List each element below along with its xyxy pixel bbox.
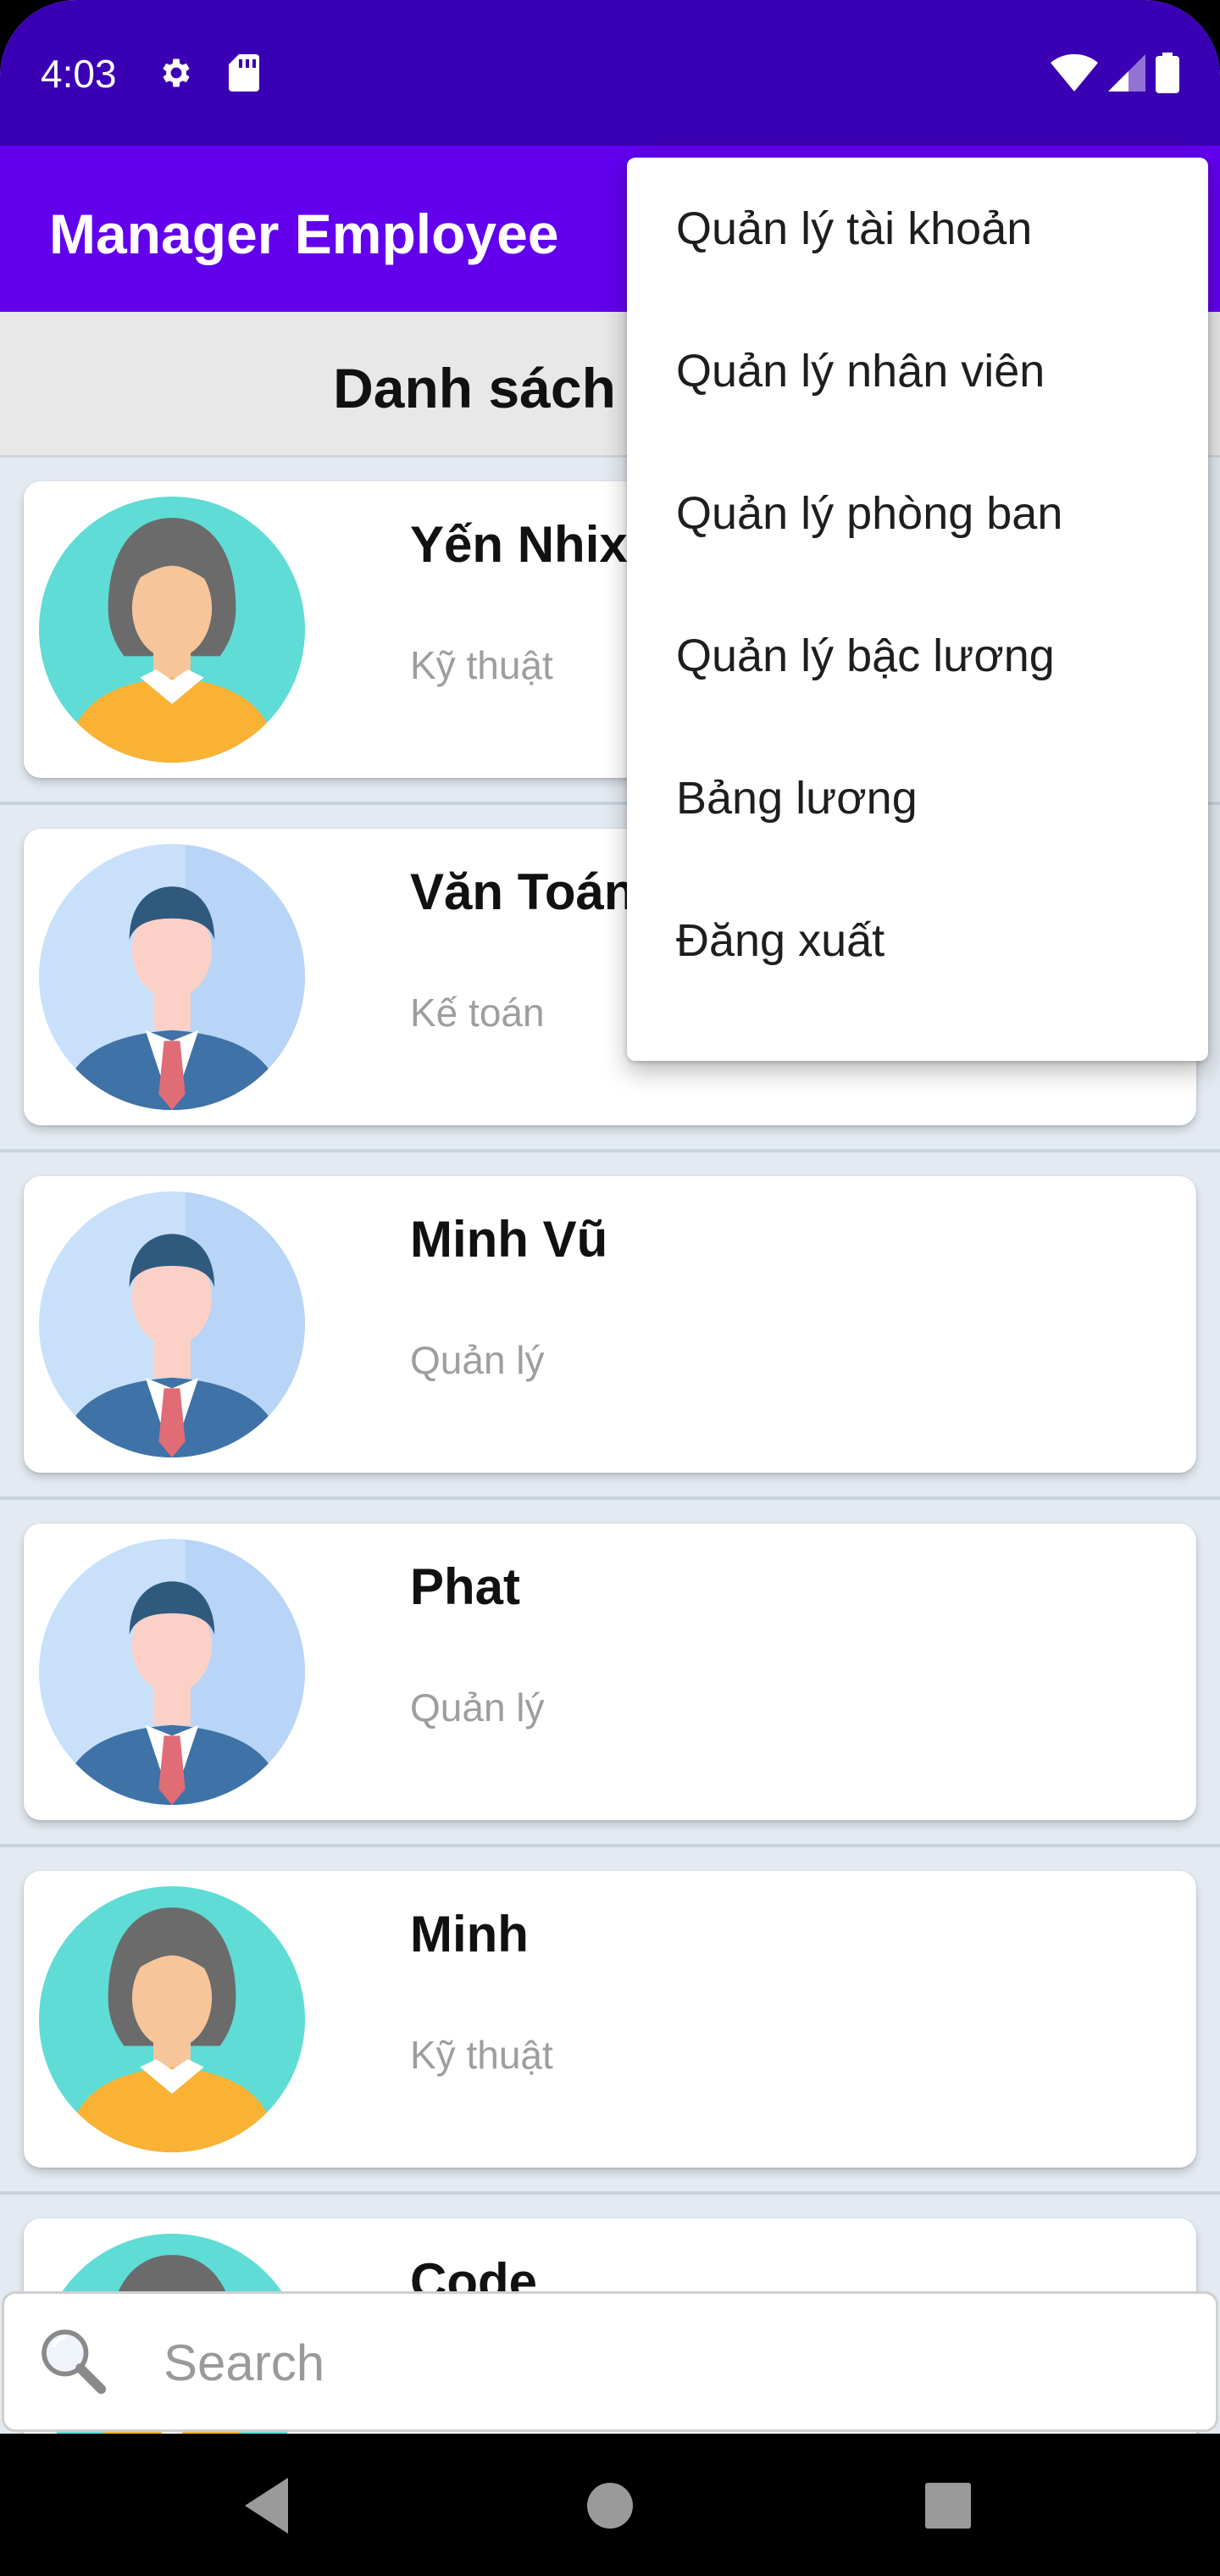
employee-department: Quản lý	[410, 1685, 545, 1729]
search-icon[interactable]	[36, 2324, 113, 2401]
employee-card[interactable]: Minh Kỹ thuật	[24, 1871, 1196, 2168]
menu-item-logout[interactable]: Đăng xuất	[627, 869, 1208, 1012]
home-icon[interactable]	[572, 2468, 648, 2544]
menu-item-employee-management[interactable]: Quản lý nhân viên	[627, 300, 1208, 442]
search-bar[interactable]	[2, 2291, 1218, 2432]
employee-name: Phat	[410, 1558, 521, 1615]
status-time: 4:03	[41, 52, 117, 96]
status-bar: 4:03	[0, 0, 1220, 146]
wifi-icon	[1051, 54, 1098, 92]
employee-row[interactable]: Phat Quản lý	[0, 1500, 1220, 1847]
female-avatar-icon	[39, 1886, 305, 2152]
app-screen: 4:03 Manager Employee Danh sách Yến Nhix…	[0, 0, 1220, 2576]
employee-name: Văn Toán	[410, 863, 635, 920]
employee-name: Yến Nhixx	[410, 516, 657, 573]
overflow-menu: Quản lý tài khoản Quản lý nhân viên Quản…	[627, 158, 1208, 1061]
menu-item-payroll[interactable]: Bảng lương	[627, 727, 1208, 869]
status-icons	[1051, 53, 1179, 93]
male-avatar-icon	[39, 1191, 305, 1457]
menu-item-account-management[interactable]: Quản lý tài khoản	[627, 158, 1208, 300]
male-avatar-icon	[39, 1539, 305, 1805]
employee-row[interactable]: Minh Vũ Quản lý	[0, 1152, 1220, 1500]
employee-name: Minh Vũ	[410, 1211, 608, 1268]
employee-department: Kỹ thuật	[410, 2033, 553, 2077]
male-avatar-icon	[39, 844, 305, 1110]
employee-department: Quản lý	[410, 1338, 545, 1382]
battery-icon	[1156, 53, 1179, 93]
signal-icon	[1108, 54, 1145, 92]
app-title: Manager Employee	[49, 203, 559, 265]
employee-card[interactable]: Phat Quản lý	[24, 1524, 1196, 1820]
settings-gear-icon	[163, 58, 190, 87]
female-avatar-icon	[39, 497, 305, 763]
menu-item-salary-grade-management[interactable]: Quản lý bậc lương	[627, 585, 1208, 727]
search-input[interactable]	[164, 2324, 1163, 2401]
sd-card-icon	[229, 54, 259, 92]
navigation-bar	[0, 2434, 1220, 2576]
menu-item-department-management[interactable]: Quản lý phòng ban	[627, 442, 1208, 585]
recents-icon[interactable]	[910, 2468, 986, 2544]
employee-department: Kỹ thuật	[410, 643, 553, 687]
employee-card[interactable]: Minh Vũ Quản lý	[24, 1176, 1196, 1473]
back-icon[interactable]	[232, 2468, 308, 2544]
employee-name: Minh	[410, 1906, 529, 1963]
employee-department: Kế toán	[410, 991, 545, 1035]
employee-row[interactable]: Minh Kỹ thuật	[0, 1847, 1220, 2195]
